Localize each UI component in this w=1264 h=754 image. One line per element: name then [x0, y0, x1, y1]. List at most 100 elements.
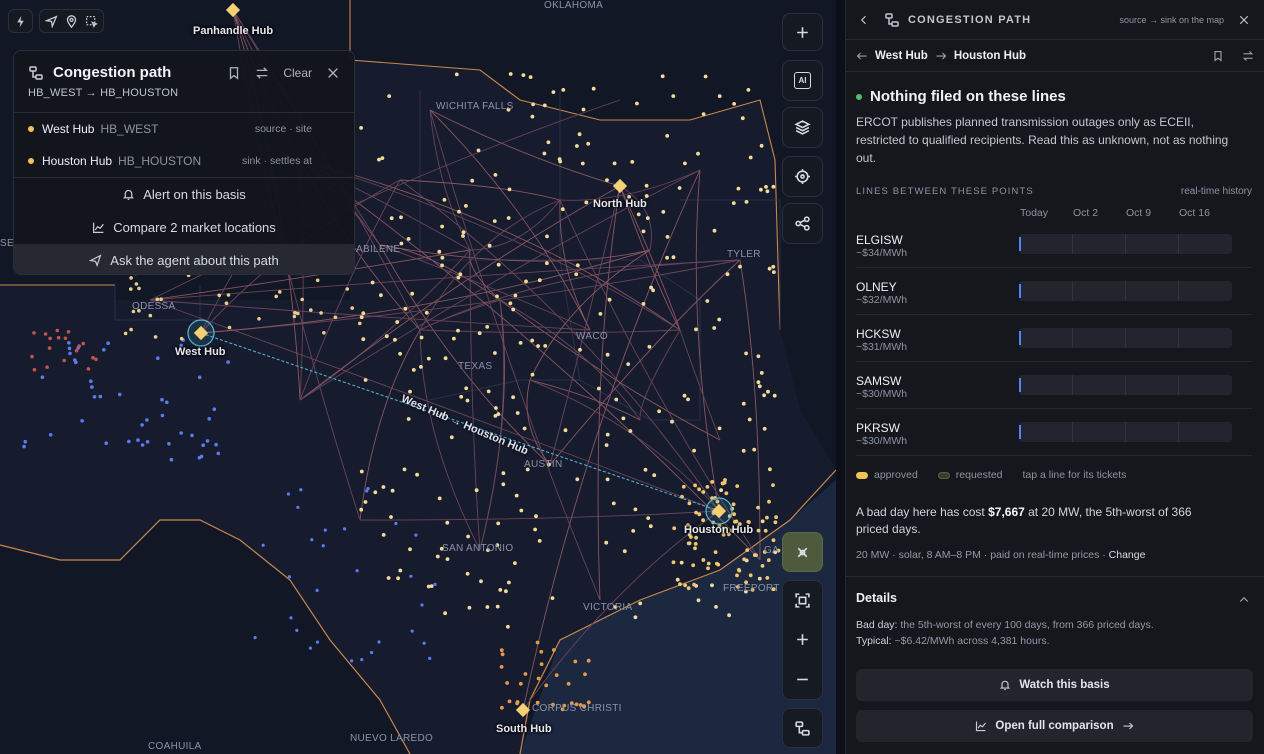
line-name: HCKSW: [856, 327, 901, 341]
back-chevron-icon[interactable]: [858, 14, 870, 26]
route-from[interactable]: West Hub: [875, 50, 928, 62]
add-button[interactable]: [782, 13, 823, 51]
generation-point: [748, 155, 753, 160]
line-price: ~$31/MWh: [856, 341, 908, 353]
line-row[interactable]: PKRSW ~$30/MWh: [856, 409, 1252, 456]
generation-point: [641, 302, 646, 306]
hub-label-south[interactable]: South Hub: [496, 723, 552, 735]
generation-point: [766, 389, 770, 394]
arrow-left-icon[interactable]: [856, 50, 868, 62]
swap-icon[interactable]: [255, 66, 269, 80]
locate-arrow-icon[interactable]: [45, 14, 58, 28]
generation-point: [701, 112, 706, 116]
generation-point: [495, 604, 500, 609]
compare-button[interactable]: Compare 2 market locations: [14, 211, 354, 244]
generation-point: [98, 394, 103, 399]
generation-point: [456, 328, 460, 333]
alert-button[interactable]: Alert on this basis: [14, 178, 354, 211]
hub-row-source[interactable]: West Hub HB_WEST source · site: [14, 113, 354, 145]
watch-basis-button[interactable]: Watch this basis: [856, 669, 1253, 701]
generation-point: [696, 151, 700, 156]
hub-label-north[interactable]: North Hub: [593, 198, 647, 210]
generation-point: [486, 389, 491, 394]
generation-point: [759, 187, 763, 192]
bookmark-icon[interactable]: [227, 66, 241, 80]
line-row[interactable]: OLNEY ~$32/MWh: [856, 268, 1252, 315]
change-link[interactable]: Change: [1109, 549, 1146, 561]
generation-point: [772, 393, 777, 398]
line-row[interactable]: HCKSW ~$31/MWh: [856, 315, 1252, 362]
generation-point: [546, 140, 551, 145]
pin-icon[interactable]: [65, 14, 78, 28]
close-icon[interactable]: [1238, 14, 1250, 26]
generation-point: [701, 518, 705, 523]
label-tyler: TYLER: [727, 249, 761, 260]
generation-point: [635, 101, 639, 106]
hub-label-west[interactable]: West Hub: [175, 346, 226, 358]
generation-point: [531, 102, 535, 107]
generation-point: [32, 331, 36, 335]
generation-point: [657, 409, 661, 414]
details-title[interactable]: Details: [856, 591, 1254, 605]
congestion-path-toggle[interactable]: [782, 708, 823, 748]
generation-point: [408, 389, 412, 394]
zoom-in-icon[interactable]: [794, 631, 811, 648]
satellite-toggle[interactable]: [782, 532, 823, 572]
generation-point: [129, 327, 133, 332]
generation-point: [633, 507, 638, 512]
hub-label-houston[interactable]: Houston Hub: [684, 524, 753, 536]
label-se: SE: [0, 238, 14, 249]
generation-point: [381, 485, 386, 489]
ai-button[interactable]: AI: [782, 60, 823, 101]
generation-point: [467, 605, 472, 610]
bookmark-icon[interactable]: [1212, 50, 1224, 62]
share-icon: [795, 216, 810, 231]
hub-code: HB_WEST: [100, 122, 159, 136]
lines-mode[interactable]: real-time history: [1181, 186, 1252, 197]
fit-bounds-icon[interactable]: [794, 592, 811, 609]
route-to[interactable]: Houston Hub: [954, 50, 1026, 62]
open-comparison-button[interactable]: Open full comparison: [856, 710, 1253, 742]
generation-point: [528, 75, 533, 79]
status-heading: Nothing filed on these lines: [856, 88, 1254, 105]
generation-point: [706, 566, 710, 571]
generation-point: [768, 467, 772, 472]
generation-point: [47, 346, 52, 350]
label-odessa: ODESSA: [132, 301, 176, 312]
locate-button[interactable]: [782, 156, 823, 197]
generation-point: [81, 341, 85, 346]
assumptions-text: 20 MW · solar, 8 AM–8 PM · paid on real-…: [856, 549, 1109, 561]
clear-button[interactable]: Clear: [283, 66, 312, 80]
hub-label-panhandle[interactable]: Panhandle Hub: [193, 25, 273, 37]
generation-point: [604, 540, 609, 545]
generation-point: [358, 321, 362, 326]
generation-point: [537, 539, 542, 543]
generation-point: [286, 492, 290, 496]
ask-agent-button[interactable]: Ask the agent about this path: [14, 244, 354, 274]
bolt-tool[interactable]: [8, 9, 33, 33]
status-title: Nothing filed on these lines: [870, 88, 1066, 105]
requested-swatch: [937, 471, 950, 479]
alert-label: Alert on this basis: [143, 187, 246, 202]
swap-icon[interactable]: [1242, 50, 1254, 62]
approved-swatch: [856, 471, 868, 479]
line-row[interactable]: ELGISW ~$34/MWh: [856, 221, 1252, 268]
generation-point: [86, 367, 91, 371]
generation-point: [686, 586, 691, 591]
lasso-select-icon[interactable]: [85, 15, 98, 28]
generation-point: [727, 613, 731, 618]
hub-row-sink[interactable]: Houston Hub HB_HOUSTON sink · settles at: [14, 145, 354, 177]
close-icon[interactable]: [326, 66, 340, 80]
generation-point: [428, 656, 432, 661]
map-canvas[interactable]: OKLAHOMA WICHITA FALLS ABILENE ODESSA TE…: [0, 0, 836, 754]
generation-point: [319, 311, 323, 315]
line-timeline-bar: [1019, 234, 1232, 254]
zoom-out-icon[interactable]: [794, 671, 811, 688]
layers-button[interactable]: [782, 107, 823, 148]
generation-point: [537, 278, 542, 283]
line-row[interactable]: SAMSW ~$30/MWh: [856, 362, 1252, 409]
generation-point: [360, 658, 364, 662]
chevron-up-icon[interactable]: [1238, 594, 1250, 606]
line-name: OLNEY: [856, 280, 897, 294]
share-button[interactable]: [782, 203, 823, 244]
